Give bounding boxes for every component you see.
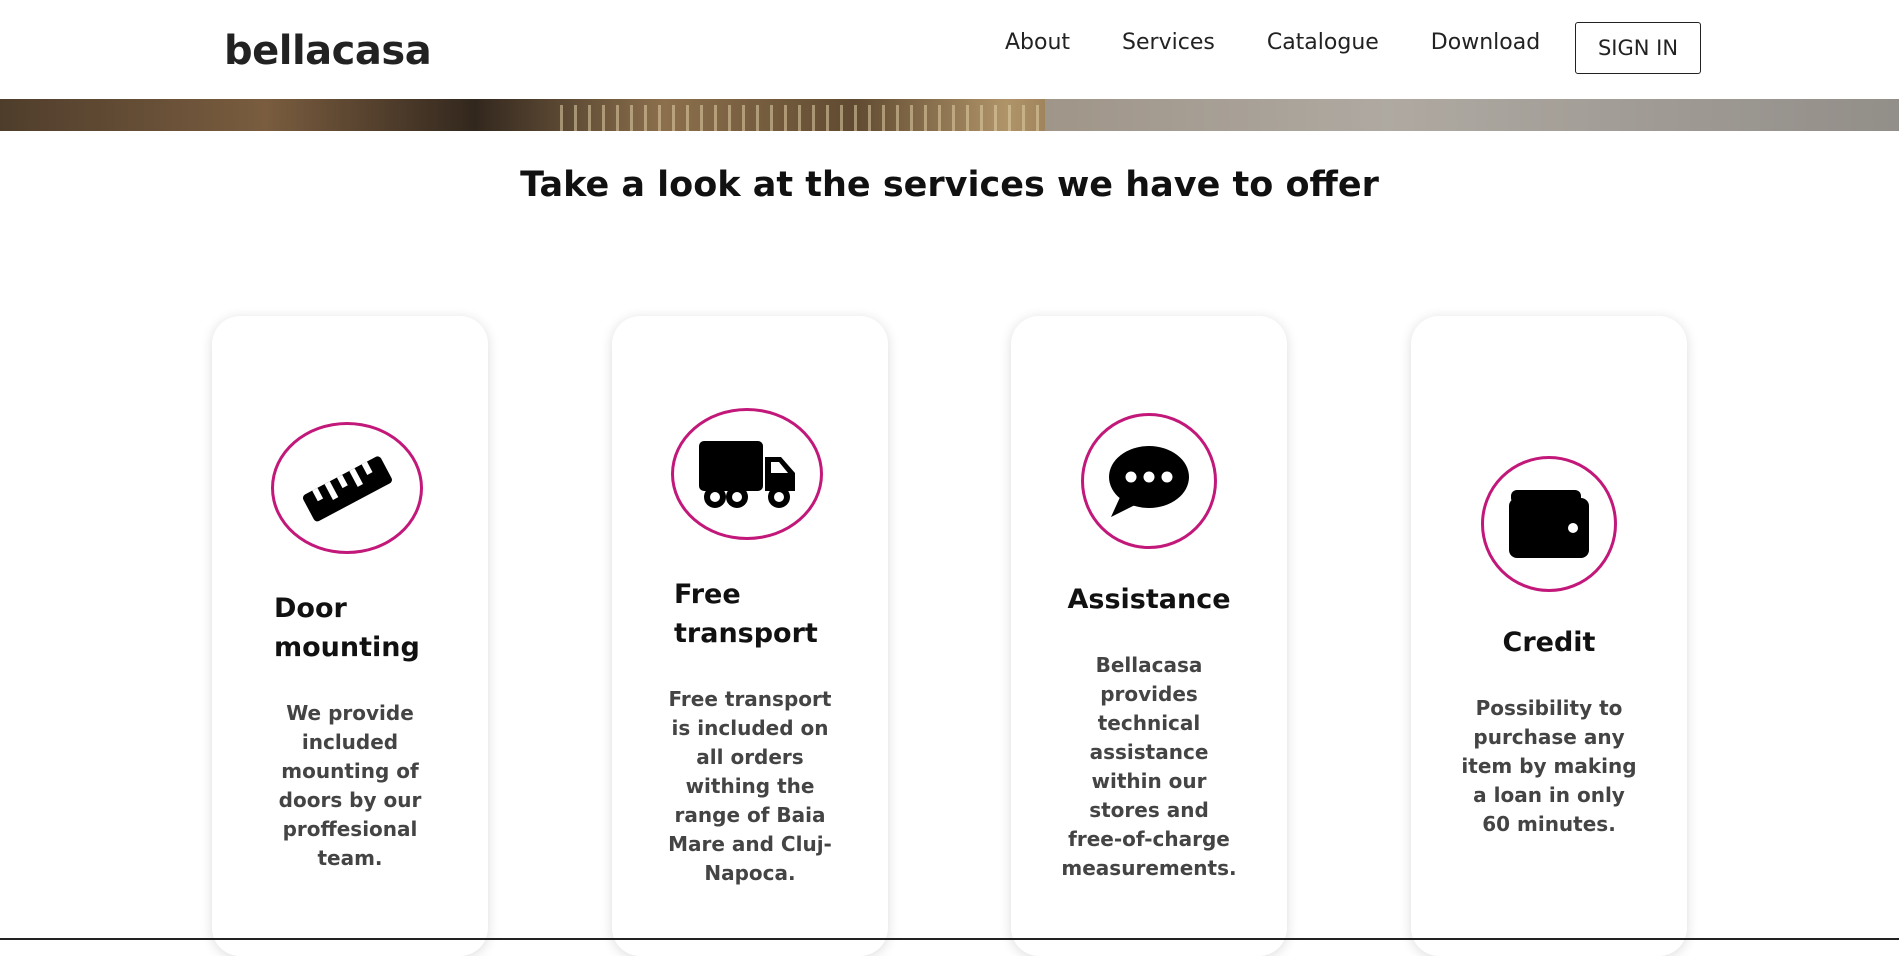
- section-title: Take a look at the services we have to o…: [520, 165, 1379, 205]
- chat-icon-circle: [1081, 413, 1217, 549]
- card-text-line: within our: [1091, 769, 1207, 793]
- card-text-line: doors by our: [278, 788, 422, 812]
- card-title-line: Door: [274, 593, 347, 624]
- hero-image: [0, 99, 1899, 131]
- card-description: Possibility to purchase any item by maki…: [1411, 694, 1687, 839]
- truck-icon-circle: [671, 408, 823, 540]
- card-text-line: provides: [1100, 682, 1198, 706]
- card-description: We provide included mounting of doors by…: [212, 699, 488, 873]
- card-text-line: mounting of: [281, 759, 419, 783]
- card-text-line: a loan in only: [1473, 783, 1625, 807]
- card-text-line: item by making: [1461, 754, 1637, 778]
- ruler-icon-circle: [271, 422, 423, 554]
- card-text-line: team.: [317, 846, 383, 870]
- card-text-line: Mare and Cluj-: [668, 832, 832, 856]
- site-header: bellacasa About Services Catalogue Downl…: [0, 0, 1899, 99]
- nav-services[interactable]: Services: [1122, 30, 1215, 55]
- card-text-line: Free transport: [668, 687, 832, 711]
- service-card-door-mounting: Door mounting We provide included mounti…: [212, 316, 488, 956]
- service-card-assistance: Assistance Bellacasa provides technical …: [1011, 316, 1287, 956]
- hero-image-overlay: [0, 99, 1899, 131]
- card-title-line: Free: [674, 579, 741, 610]
- card-title: Free transport: [674, 575, 818, 653]
- card-text-line: measurements.: [1061, 856, 1237, 880]
- site-logo[interactable]: bellacasa: [224, 28, 432, 74]
- card-text-line: We provide: [286, 701, 414, 725]
- nav-download[interactable]: Download: [1431, 30, 1540, 55]
- card-text-line: Possibility to: [1475, 696, 1623, 720]
- card-text-line: proffesional: [282, 817, 418, 841]
- card-description: Free transport is included on all orders…: [612, 685, 888, 888]
- card-text-line: all orders: [696, 745, 804, 769]
- nav-catalogue[interactable]: Catalogue: [1267, 30, 1379, 55]
- ruler-icon: [302, 456, 392, 522]
- card-text-line: purchase any: [1473, 725, 1625, 749]
- card-title-line: transport: [674, 618, 818, 649]
- nav-about[interactable]: About: [1005, 30, 1070, 55]
- wallet-icon-circle: [1481, 456, 1617, 592]
- card-title: Assistance: [1067, 584, 1231, 615]
- card-text-line: stores and: [1089, 798, 1209, 822]
- card-text-line: Napoca.: [704, 861, 796, 885]
- card-title: Door mounting: [274, 589, 420, 667]
- card-text-line: free-of-charge: [1068, 827, 1230, 851]
- card-title-line: mounting: [274, 632, 420, 663]
- main-nav: About Services Catalogue Download: [1005, 30, 1592, 55]
- card-text-line: range of Baia: [674, 803, 826, 827]
- card-text-line: technical: [1097, 711, 1201, 735]
- card-title: Credit: [1502, 627, 1596, 658]
- service-card-credit: Credit Possibility to purchase any item …: [1411, 316, 1687, 956]
- card-text-line: Bellacasa: [1095, 653, 1203, 677]
- card-text-line: assistance: [1089, 740, 1209, 764]
- wallet-icon: [1509, 490, 1589, 558]
- card-text-line: 60 minutes.: [1482, 812, 1616, 836]
- chat-bubble-icon: [1109, 446, 1189, 517]
- card-description: Bellacasa provides technical assistance …: [1011, 651, 1287, 883]
- card-text-line: withing the: [685, 774, 815, 798]
- service-card-free-transport: Free transport Free transport is include…: [612, 316, 888, 956]
- sign-in-button[interactable]: SIGN IN: [1575, 22, 1701, 74]
- truck-icon: [699, 441, 795, 508]
- card-text-line: is included on: [671, 716, 829, 740]
- card-text-line: included: [301, 730, 399, 754]
